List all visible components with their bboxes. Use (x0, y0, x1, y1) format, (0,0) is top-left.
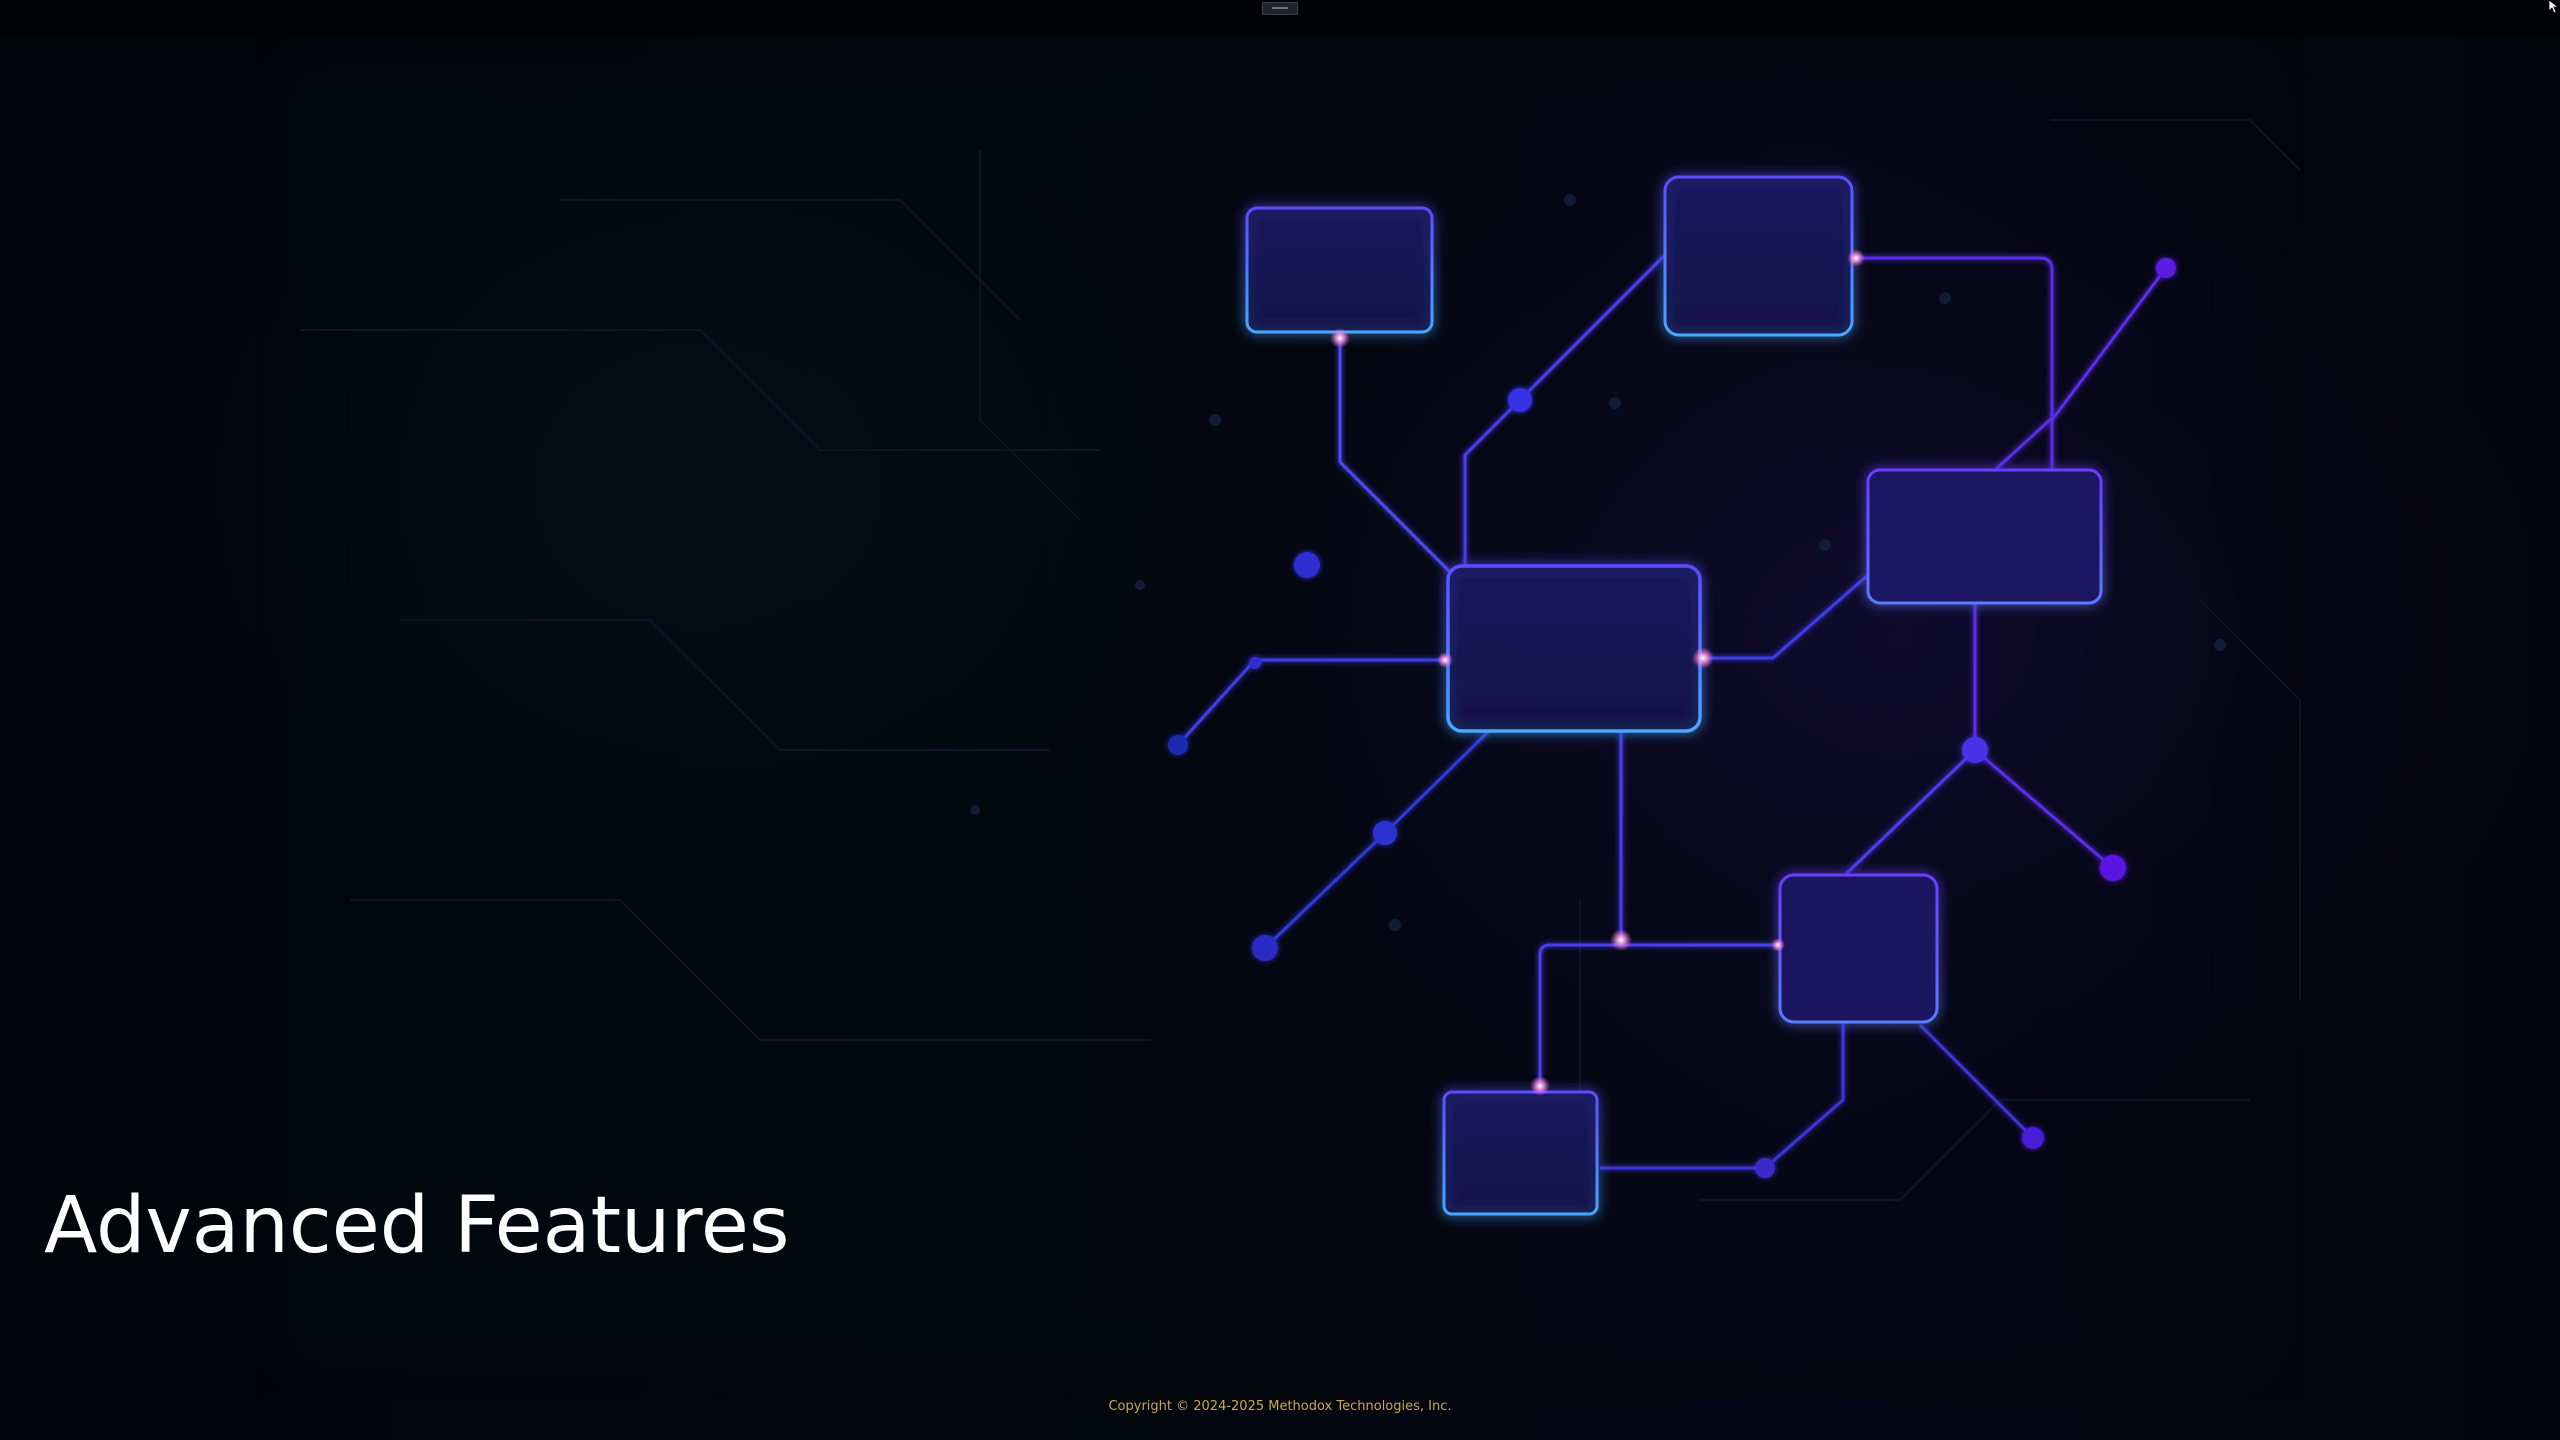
dot-far-left (1168, 735, 1188, 755)
dot-junction-right (1962, 737, 1988, 763)
dot-bottom-left (1252, 935, 1278, 961)
copyright-footer: Copyright © 2024-2025 Methodox Technolog… (1108, 1399, 1452, 1414)
node-right (1866, 468, 2103, 605)
node-lower-right (1778, 873, 1939, 1024)
diagram-nodes (1245, 175, 2103, 1216)
dot-left-branch (1249, 657, 1261, 669)
dot-far-right-middle (2100, 855, 2126, 881)
dot-bottom-right (2022, 1127, 2044, 1149)
node-top-middle (1663, 175, 1854, 337)
node-bottom (1442, 1090, 1599, 1216)
dot-center-left-lower (1373, 821, 1397, 845)
slide-title: Advanced Features (44, 1181, 790, 1271)
node-top-left (1245, 206, 1434, 334)
node-center (1446, 564, 1702, 733)
dot-left-middle (1294, 552, 1320, 578)
dot-far-right-top (2156, 258, 2176, 278)
presentation-screen: Advanced Features Copyright © 2024-2025 … (0, 0, 2560, 1440)
dot-bottom-middle (1755, 1158, 1775, 1178)
dot-upper-center (1508, 388, 1532, 412)
